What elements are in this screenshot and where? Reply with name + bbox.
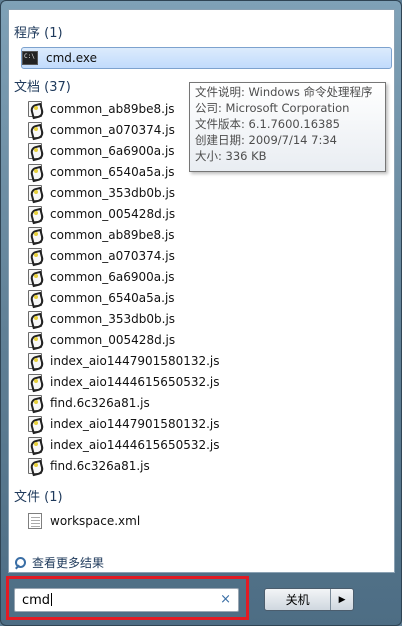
document-item-label: common_005428d.js: [50, 332, 176, 347]
js-file-icon: [28, 331, 42, 348]
search-icon: [14, 556, 26, 569]
js-file-icon: [28, 457, 42, 474]
document-item-label: common_a070374.js: [50, 122, 175, 137]
document-item[interactable]: index_aio1447901580132.js: [28, 351, 220, 370]
js-file-icon: [28, 268, 42, 285]
document-item-label: common_a070374.js: [50, 248, 175, 263]
document-item-label: common_353db0b.js: [50, 185, 176, 200]
document-item[interactable]: common_a070374.js: [28, 120, 175, 139]
document-item-label: common_6a6900a.js: [50, 269, 175, 284]
program-item-cmd[interactable]: cmd.exe: [21, 47, 392, 69]
document-item[interactable]: index_aio1447901580132.js: [28, 414, 220, 433]
tooltip-date: 创建日期: 2009/7/14 7:34: [195, 133, 337, 147]
file-item-label: workspace.xml: [50, 513, 141, 528]
document-item-label: common_ab89be8.js: [50, 227, 175, 242]
program-item-label: cmd.exe: [46, 51, 98, 65]
js-file-icon: [28, 226, 42, 243]
tooltip-size: 大小: 336 KB: [195, 149, 267, 163]
document-item-label: find.6c326a81.js: [50, 458, 150, 473]
clear-search-icon[interactable]: ×: [220, 592, 231, 607]
document-item[interactable]: common_005428d.js: [28, 204, 175, 223]
document-item-label: find.6c326a81.js: [50, 395, 150, 410]
document-item[interactable]: common_ab89be8.js: [28, 225, 175, 244]
js-file-icon: [28, 310, 42, 327]
js-file-icon: [28, 163, 42, 180]
tooltip-company: 公司: Microsoft Corporation: [195, 101, 350, 115]
document-item[interactable]: common_005428d.js: [28, 330, 175, 349]
document-item-label: index_aio1447901580132.js: [50, 416, 220, 431]
search-results-panel: 程序 (1) cmd.exe 文档 (37) common_ab89be8.js…: [8, 9, 395, 573]
document-item-label: common_6a6900a.js: [50, 143, 175, 158]
search-input-value: cmd: [22, 593, 53, 608]
shutdown-options-arrow-icon[interactable]: ▶: [330, 589, 353, 610]
document-item[interactable]: common_6540a5a.js: [28, 288, 175, 307]
document-item-label: index_aio1444615650532.js: [50, 437, 220, 452]
section-documents-heading: 文档 (37): [14, 80, 71, 95]
js-file-icon: [28, 394, 42, 411]
js-file-icon: [28, 373, 42, 390]
document-item-label: index_aio1444615650532.js: [50, 374, 220, 389]
section-programs-heading: 程序 (1): [14, 26, 63, 41]
document-item[interactable]: common_6a6900a.js: [28, 141, 175, 160]
js-file-icon: [28, 436, 42, 453]
document-item-label: common_6540a5a.js: [50, 164, 175, 179]
document-item[interactable]: index_aio1444615650532.js: [28, 372, 220, 391]
section-files-heading: 文件 (1): [14, 490, 63, 505]
document-item[interactable]: index_aio1444615650532.js: [28, 435, 220, 454]
js-file-icon: [28, 121, 42, 138]
document-item[interactable]: common_6a6900a.js: [28, 267, 175, 286]
tooltip-version: 文件版本: 6.1.7600.16385: [195, 117, 340, 131]
js-file-icon: [28, 205, 42, 222]
search-input[interactable]: cmd ×: [14, 588, 239, 612]
document-item[interactable]: common_a070374.js: [28, 246, 175, 265]
document-item[interactable]: common_353db0b.js: [28, 309, 175, 328]
js-file-icon: [28, 289, 42, 306]
document-item[interactable]: common_6540a5a.js: [28, 162, 175, 181]
file-item-workspace[interactable]: workspace.xml: [28, 511, 140, 530]
js-file-icon: [28, 142, 42, 159]
document-item-label: common_353db0b.js: [50, 311, 176, 326]
js-file-icon: [28, 247, 42, 264]
document-item[interactable]: find.6c326a81.js: [28, 393, 150, 412]
document-item[interactable]: find.6c326a81.js: [28, 456, 150, 475]
file-info-tooltip: 文件说明: Windows 命令处理程序 公司: Microsoft Corpo…: [189, 82, 386, 172]
document-item-label: common_005428d.js: [50, 206, 176, 221]
document-item-label: common_ab89be8.js: [50, 101, 175, 116]
start-menu-window: 程序 (1) cmd.exe 文档 (37) common_ab89be8.js…: [0, 0, 402, 626]
document-item-label: common_6540a5a.js: [50, 290, 175, 305]
document-item[interactable]: common_353db0b.js: [28, 183, 175, 202]
shutdown-button[interactable]: 关机 ▶: [264, 588, 354, 611]
js-file-icon: [28, 415, 42, 432]
js-file-icon: [28, 184, 42, 201]
xml-file-icon: [28, 512, 42, 529]
document-item-label: index_aio1447901580132.js: [50, 353, 220, 368]
js-file-icon: [28, 100, 42, 117]
see-more-results-label: 查看更多结果: [32, 556, 105, 570]
js-file-icon: [28, 352, 42, 369]
see-more-results-link[interactable]: 查看更多结果: [14, 554, 104, 571]
shutdown-button-label: 关机: [285, 593, 310, 607]
tooltip-description: 文件说明: Windows 命令处理程序: [195, 85, 373, 99]
cmd-icon: [22, 51, 38, 65]
document-item[interactable]: common_ab89be8.js: [28, 99, 175, 118]
